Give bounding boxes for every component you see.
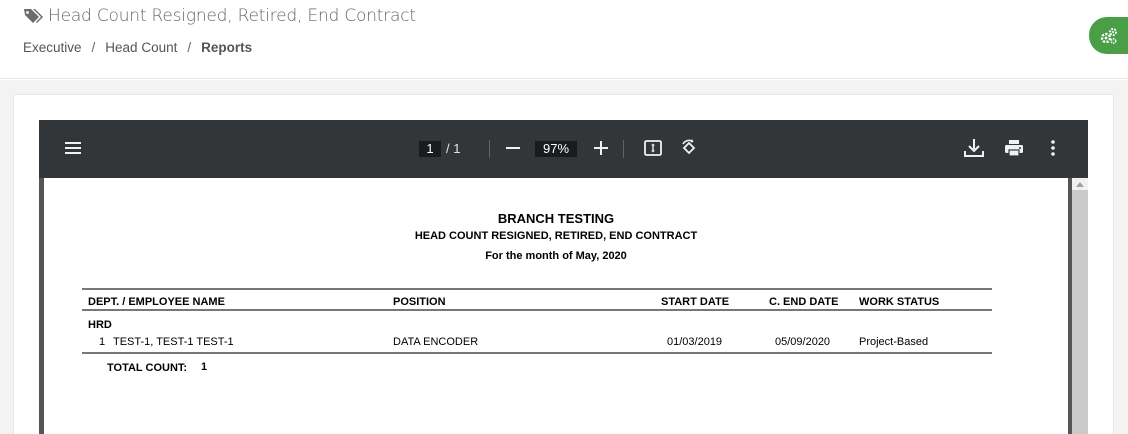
column-header-start-date: START DATE	[661, 296, 730, 308]
download-icon[interactable]	[964, 139, 984, 158]
employee-position: DATA ENCODER	[393, 336, 479, 348]
table-header-rule	[82, 309, 992, 311]
more-icon[interactable]	[1051, 140, 1055, 156]
total-count-value: 1	[201, 361, 208, 373]
column-header-end-date: C. END DATE	[769, 296, 839, 308]
fit-page-icon[interactable]	[644, 140, 662, 156]
breadcrumb-separator: /	[91, 40, 96, 55]
tags-icon	[24, 9, 43, 23]
pdf-page: BRANCH TESTING HEAD COUNT RESIGNED, RETI…	[44, 178, 1068, 434]
cogs-icon	[1100, 27, 1117, 44]
employee-start-date: 01/03/2019	[667, 336, 723, 348]
page-title: Head Count Resigned, Retired, End Contra…	[48, 6, 416, 26]
toolbar-divider	[623, 140, 624, 158]
zoom-out-icon[interactable]	[506, 141, 520, 155]
pdf-toolbar: 1 / 1 97%	[39, 120, 1088, 178]
pdf-scrollbar[interactable]	[1072, 178, 1088, 434]
breadcrumb: Executive / Head Count / Reports	[23, 40, 252, 55]
breadcrumb-head-count[interactable]: Head Count	[105, 40, 177, 55]
total-count-label: TOTAL COUNT:	[107, 362, 188, 374]
table-bottom-rule	[82, 352, 992, 354]
table-top-rule	[82, 288, 992, 290]
pdf-viewer: 1 / 1 97% BRANCH TESTING HEAD COUNT RESI…	[39, 120, 1088, 434]
employee-work-status: Project-Based	[859, 336, 929, 348]
breadcrumb-separator: /	[187, 40, 192, 55]
employee-name: TEST-1, TEST-1 TEST-1	[113, 336, 234, 348]
zoom-level-input[interactable]: 97%	[535, 141, 577, 157]
zoom-in-icon[interactable]	[594, 141, 608, 155]
menu-icon[interactable]	[65, 141, 81, 155]
column-header-position: POSITION	[393, 296, 446, 308]
page-total: / 1	[446, 141, 461, 156]
report-title: HEAD COUNT RESIGNED, RETIRED, END CONTRA…	[414, 230, 698, 242]
breadcrumb-reports: Reports	[201, 40, 253, 55]
rotate-icon[interactable]	[680, 139, 698, 157]
department-label: HRD	[88, 319, 112, 331]
employee-end-date: 05/09/2020	[775, 336, 831, 348]
page-number-input[interactable]: 1	[419, 141, 441, 157]
report-branch: BRANCH TESTING	[497, 211, 615, 226]
column-header-name: DEPT. / EMPLOYEE NAME	[88, 296, 225, 308]
settings-fab-button[interactable]	[1089, 17, 1128, 54]
print-icon[interactable]	[1005, 139, 1023, 157]
column-header-work-status: WORK STATUS	[859, 296, 940, 308]
title-row: Head Count Resigned, Retired, End Contra…	[23, 6, 416, 26]
report-period: For the month of May, 2020	[485, 250, 627, 262]
breadcrumb-executive[interactable]: Executive	[23, 40, 82, 55]
scroll-up-arrow-icon[interactable]	[1072, 178, 1088, 190]
page-header: Head Count Resigned, Retired, End Contra…	[0, 0, 1128, 79]
row-number: 1	[99, 336, 106, 348]
toolbar-divider	[489, 140, 490, 158]
